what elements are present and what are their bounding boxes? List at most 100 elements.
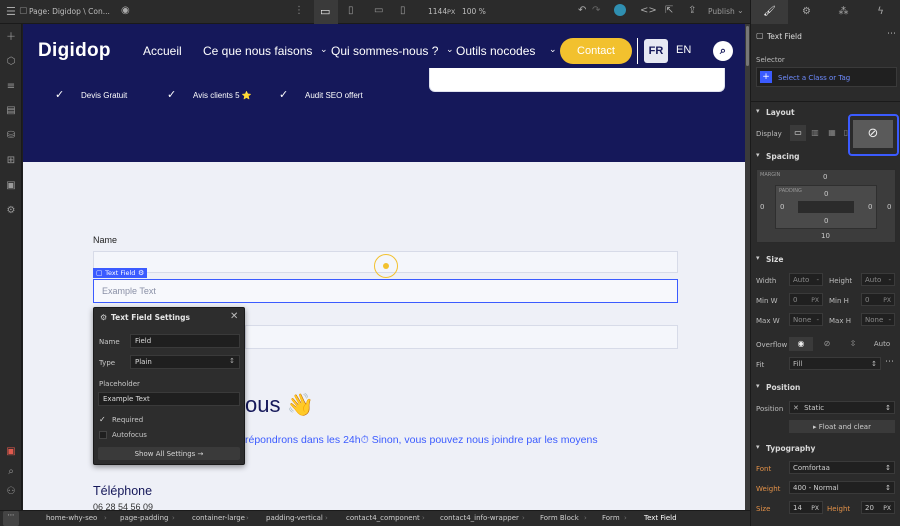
padding-top-value[interactable]: 0: [824, 190, 828, 198]
width-input[interactable]: Auto -: [789, 273, 823, 286]
padding-bottom-value[interactable]: 0: [824, 217, 828, 225]
nav-item-about[interactable]: Qui sommes-nous ?: [331, 44, 438, 58]
ecommerce-icon[interactable]: ⊞: [5, 155, 17, 167]
font-select[interactable]: Comfortaa ↕: [789, 461, 895, 474]
symbols-icon[interactable]: ⬡: [5, 56, 17, 68]
autofocus-checkbox[interactable]: [99, 431, 107, 439]
chevron-down-icon[interactable]: ▾: [756, 443, 760, 451]
margin-top-value[interactable]: 0: [823, 173, 827, 181]
margin-left-value[interactable]: 0: [760, 203, 764, 211]
margin-right-value[interactable]: 0: [887, 203, 891, 211]
gear-icon[interactable]: ⚙: [138, 269, 144, 277]
settings-gear-icon[interactable]: ⚙: [5, 205, 17, 217]
chevron-down-icon[interactable]: ▾: [756, 254, 760, 262]
display-flex-button[interactable]: ▥: [807, 125, 823, 141]
max-width-input[interactable]: None -: [789, 313, 823, 326]
nav-item-accueil[interactable]: Accueil: [143, 44, 182, 58]
mobile-portrait-icon[interactable]: ▯: [400, 5, 406, 16]
add-panel-icon[interactable]: ＋: [5, 32, 17, 44]
overflow-hidden-button[interactable]: ⊘: [815, 337, 839, 351]
min-height-input[interactable]: 0 PX: [861, 293, 895, 306]
tab-style[interactable]: 🖌: [751, 0, 788, 24]
breadcrumb-item[interactable]: page-padding: [120, 514, 168, 522]
export-icon[interactable]: ⇱: [665, 5, 673, 16]
search-icon[interactable]: ⌕: [5, 466, 17, 478]
display-none-button[interactable]: ⊘: [853, 120, 893, 148]
more-options-icon[interactable]: ⋯: [887, 29, 896, 39]
size-section-header[interactable]: Size: [766, 255, 783, 264]
typography-section-header[interactable]: Typography: [766, 444, 815, 453]
spacing-section-header[interactable]: Spacing: [766, 152, 800, 161]
more-options-icon[interactable]: ⋯: [885, 357, 894, 367]
mobile-landscape-icon[interactable]: ▭: [374, 5, 383, 16]
breadcrumb-more-icon[interactable]: ⋯: [3, 511, 19, 526]
required-checkbox[interactable]: ✓: [99, 415, 106, 424]
tab-style-manager[interactable]: ⁂: [825, 0, 862, 24]
breadcrumb-item[interactable]: contact4_component: [346, 514, 420, 522]
tab-interactions[interactable]: ϟ: [862, 0, 899, 24]
tablet-icon[interactable]: ▯: [348, 5, 354, 16]
nav-item-tools[interactable]: Outils nocodes: [456, 44, 535, 58]
users-icon[interactable]: ⚇: [5, 486, 17, 498]
popup-placeholder-input[interactable]: Example Text: [98, 392, 240, 406]
layout-section-header[interactable]: Layout: [766, 108, 795, 117]
display-block-button[interactable]: ▭: [790, 125, 806, 141]
breadcrumb-item[interactable]: container-large: [192, 514, 245, 522]
overflow-visible-button[interactable]: ◉: [789, 337, 813, 351]
navigator-icon[interactable]: ≡: [5, 81, 17, 93]
max-height-input[interactable]: None -: [861, 313, 895, 326]
line-height-input[interactable]: 20 PX: [861, 501, 895, 514]
selector-input[interactable]: + Select a Class or Tag: [756, 67, 897, 87]
site-logo[interactable]: Digidop: [38, 40, 111, 62]
padding-right-value[interactable]: 0: [868, 203, 872, 211]
hamburger-icon[interactable]: ☰: [6, 5, 16, 18]
weight-select[interactable]: 400 - Normal ↕: [789, 481, 895, 494]
publish-button[interactable]: Publish: [708, 7, 735, 16]
chevron-down-icon[interactable]: ▾: [756, 107, 760, 115]
overflow-auto-button[interactable]: Auto: [869, 337, 895, 351]
position-section-header[interactable]: Position: [766, 383, 800, 392]
lang-fr-button[interactable]: FR: [644, 39, 668, 63]
position-select[interactable]: ✕ Static ↕: [789, 401, 895, 414]
redo-icon[interactable]: ↷: [592, 5, 600, 16]
display-grid-button[interactable]: ▦: [824, 125, 840, 141]
undo-icon[interactable]: ↶: [578, 5, 586, 16]
show-all-settings-button[interactable]: Show All Settings →: [98, 447, 240, 460]
more-icon[interactable]: ⋮: [294, 5, 304, 16]
min-width-input[interactable]: 0 PX: [789, 293, 823, 306]
chevron-down-icon[interactable]: ▾: [756, 151, 760, 159]
telephone-value[interactable]: 06 28 54 56 09: [93, 502, 153, 510]
margin-bottom-value[interactable]: 10: [821, 232, 830, 240]
breadcrumb-item[interactable]: contact4_info-wrapper: [440, 514, 519, 522]
float-clear-button[interactable]: ▸ Float and clear: [789, 420, 895, 433]
height-input[interactable]: Auto -: [861, 273, 895, 286]
chevron-down-icon[interactable]: ▾: [756, 382, 760, 390]
eye-icon[interactable]: ◉: [121, 5, 130, 16]
breadcrumb-item[interactable]: home-why-seo: [46, 514, 97, 522]
breadcrumb-item[interactable]: Form: [602, 514, 620, 522]
search-button[interactable]: ⌕: [713, 41, 733, 61]
cms-icon[interactable]: ⛁: [5, 130, 17, 142]
font-size-input[interactable]: 14 PX: [789, 501, 823, 514]
tab-settings[interactable]: ⚙: [788, 0, 825, 24]
assets-icon[interactable]: ▣: [5, 180, 17, 192]
padding-left-value[interactable]: 0: [780, 203, 784, 211]
selected-text-field[interactable]: Example Text: [93, 279, 678, 303]
pages-icon[interactable]: ▤: [5, 105, 17, 117]
overflow-scroll-button[interactable]: ⇳: [841, 337, 865, 351]
fit-select[interactable]: Fill ↕: [789, 357, 881, 370]
nav-item-services[interactable]: Ce que nous faisons: [203, 44, 312, 58]
breadcrumb-item-current[interactable]: Text Field: [644, 514, 677, 522]
padding-box[interactable]: PADDING 0 0 0 0: [775, 185, 877, 229]
lang-en-link[interactable]: EN: [676, 44, 691, 56]
code-icon[interactable]: <>: [640, 5, 657, 16]
canvas-scroll-thumb[interactable]: [746, 26, 749, 66]
publish-chevron-icon[interactable]: ⌄: [737, 6, 744, 15]
breadcrumb-item[interactable]: padding-vertical: [266, 514, 323, 522]
popup-name-input[interactable]: Field: [130, 334, 240, 348]
popup-type-select[interactable]: Plain ↕: [130, 355, 240, 369]
margin-box[interactable]: MARGIN 0 0 0 10 PADDING 0 0 0 0: [756, 169, 896, 243]
webflow-ai-icon[interactable]: [614, 4, 626, 16]
desktop-breakpoint-button[interactable]: ▭: [314, 0, 338, 24]
audit-icon[interactable]: ▣: [5, 446, 17, 458]
